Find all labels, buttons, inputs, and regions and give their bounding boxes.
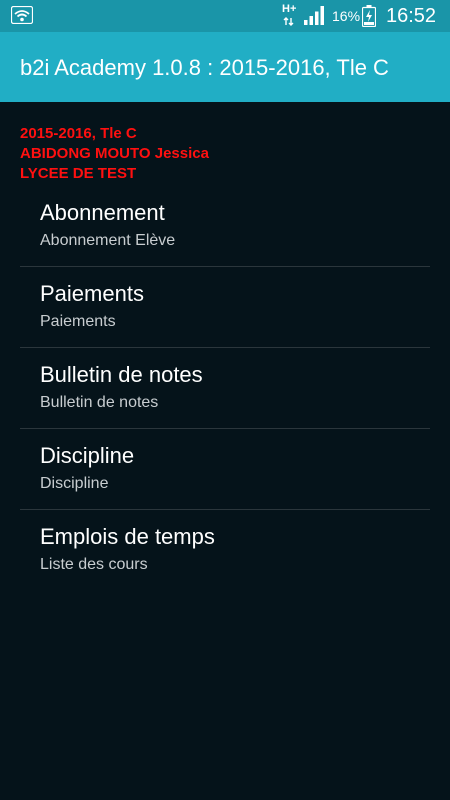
student-name: ABIDONG MOUTO Jessica — [20, 145, 209, 162]
network-type-indicator: H+ — [281, 3, 299, 27]
app-bar: b2i Academy 1.0.8 : 2015-2016, Tle C — [0, 32, 450, 102]
menu-item-emplois-de-temps[interactable]: Emplois de temps Liste des cours — [20, 510, 430, 591]
menu-item-discipline[interactable]: Discipline Discipline — [20, 429, 430, 510]
student-info: 2015-2016, Tle C ABIDONG MOUTO Jessica L… — [20, 124, 209, 184]
app-title: b2i Academy 1.0.8 : 2015-2016, Tle C — [20, 55, 389, 80]
wifi-icon — [11, 6, 33, 24]
menu-item-title: Bulletin de notes — [40, 362, 203, 387]
menu-item-title: Paiements — [40, 281, 144, 306]
menu-item-bulletin-de-notes[interactable]: Bulletin de notes Bulletin de notes — [20, 348, 430, 429]
menu-item-subtitle: Liste des cours — [40, 556, 148, 573]
signal-icon — [304, 6, 324, 25]
school-name: LYCEE DE TEST — [20, 165, 137, 182]
menu-item-subtitle: Bulletin de notes — [40, 394, 159, 411]
status-bar: H+ 16% 16:52 — [0, 0, 450, 32]
menu-item-title: Abonnement — [40, 200, 165, 225]
menu-item-title: Emplois de temps — [40, 524, 215, 549]
network-arrows-icon — [283, 17, 294, 26]
status-clock: 16:52 — [386, 5, 437, 27]
menu-item-subtitle: Paiements — [40, 313, 116, 330]
menu-item-subtitle: Abonnement Elève — [40, 232, 176, 249]
menu-item-abonnement[interactable]: Abonnement Abonnement Elève — [20, 186, 430, 267]
battery-charging-icon — [362, 5, 376, 27]
menu-item-title: Discipline — [40, 443, 135, 468]
student-class-year: 2015-2016, Tle C — [20, 125, 137, 142]
battery-percent: 16% — [332, 8, 361, 24]
menu-item-paiements[interactable]: Paiements Paiements — [20, 267, 430, 348]
menu-item-subtitle: Discipline — [40, 475, 109, 492]
menu-list: Abonnement Abonnement Elève Paiements Pa… — [20, 186, 430, 591]
